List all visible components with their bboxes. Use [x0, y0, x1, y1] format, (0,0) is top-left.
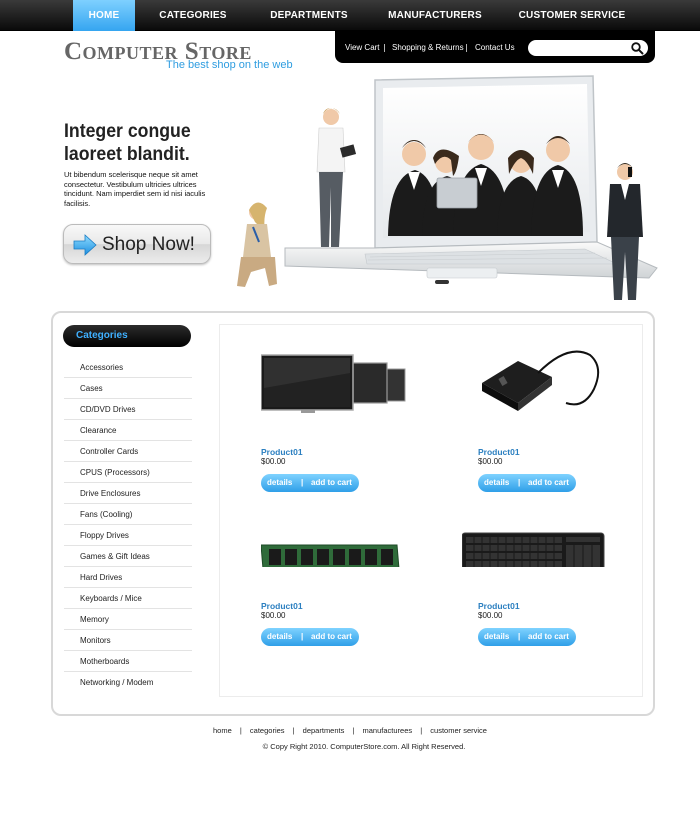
product-name[interactable]: Product01 [478, 447, 520, 457]
nav-categories[interactable]: CATEGORIES [152, 0, 234, 31]
nav-manufacturers[interactable]: MANUFACTURERS [384, 0, 486, 31]
category-item[interactable]: CPUS (Processors) [64, 462, 192, 483]
category-item[interactable]: Drive Enclosures [64, 483, 192, 504]
search-icon[interactable] [630, 41, 644, 55]
nav-home[interactable]: HOME [73, 0, 135, 31]
hero-heading: Integer congue laoreet blandit. [64, 121, 191, 165]
category-item[interactable]: Clearance [64, 420, 192, 441]
footer-link-manufacturers[interactable]: manufacturees [363, 726, 413, 735]
details-button[interactable]: details [267, 628, 292, 646]
footer-nav: home | categories | departments | manufa… [0, 726, 700, 735]
product-price: $00.00 [478, 457, 503, 466]
monitors-icon[interactable] [261, 333, 421, 413]
product-name[interactable]: Product01 [478, 601, 520, 611]
product-price: $00.00 [261, 457, 286, 466]
shop-now-button[interactable]: Shop Now! [63, 224, 211, 264]
footer-link-home[interactable]: home [213, 726, 232, 735]
util-separator: | [383, 43, 386, 52]
view-cart-link[interactable]: View Cart [345, 31, 380, 63]
shop-now-label: Shop Now! [102, 234, 195, 255]
footer-separator: | [292, 726, 295, 735]
nav-departments[interactable]: DEPARTMENTS [262, 0, 356, 31]
category-list: Accessories Cases CD/DVD Drives Clearanc… [64, 357, 192, 693]
add-to-cart-button[interactable]: add to cart [528, 628, 569, 646]
category-item[interactable]: Cases [64, 378, 192, 399]
category-item[interactable]: Games & Gift Ideas [64, 546, 192, 567]
arrow-right-icon [73, 234, 97, 256]
footer-separator: | [239, 726, 242, 735]
contact-us-link[interactable]: Contact Us [475, 31, 515, 63]
hero-laptop-people-image [237, 75, 658, 300]
site-tagline: The best shop on the web [166, 59, 293, 71]
external-drive-icon[interactable] [478, 333, 638, 413]
product-card: Product01 $00.00 details | add to cart [462, 487, 622, 646]
util-separator: | [465, 43, 468, 52]
footer-separator: | [352, 726, 355, 735]
category-item[interactable]: Monitors [64, 630, 192, 651]
actions-separator: | [301, 632, 304, 641]
product-actions: details | add to cart [261, 628, 359, 646]
actions-separator: | [518, 632, 521, 641]
details-button[interactable]: details [484, 628, 509, 646]
category-item[interactable]: CD/DVD Drives [64, 399, 192, 420]
product-price: $00.00 [478, 611, 503, 620]
footer-link-departments[interactable]: departments [303, 726, 345, 735]
product-card: Product01 $00.00 details | add to cart [478, 333, 638, 492]
category-item[interactable]: Accessories [64, 357, 192, 378]
categories-heading: Categories [63, 325, 191, 347]
copyright-text: © Copy Right 2010. ComputerStore.com. Al… [262, 742, 466, 751]
category-item[interactable]: Keyboards / Mice [64, 588, 192, 609]
footer-link-customer-service[interactable]: customer service [430, 726, 487, 735]
product-name[interactable]: Product01 [261, 447, 303, 457]
add-to-cart-button[interactable]: add to cart [311, 628, 352, 646]
product-card: Product01 $00.00 details | add to cart [261, 333, 421, 492]
memory-module-icon[interactable] [261, 487, 421, 567]
product-actions: details | add to cart [478, 628, 576, 646]
nav-customer-service[interactable]: CUSTOMER SERVICE [518, 0, 626, 31]
keyboard-icon[interactable] [462, 487, 622, 567]
product-name[interactable]: Product01 [261, 601, 303, 611]
utility-bar: View Cart | Shopping & Returns | Contact… [335, 31, 655, 63]
product-price: $00.00 [261, 611, 286, 620]
footer-link-categories[interactable]: categories [250, 726, 285, 735]
category-item[interactable]: Floppy Drives [64, 525, 192, 546]
product-card: Product01 $00.00 details | add to cart [261, 487, 421, 646]
category-item[interactable]: Motherboards [64, 651, 192, 672]
category-item[interactable]: Fans (Cooling) [64, 504, 192, 525]
category-item[interactable]: Controller Cards [64, 441, 192, 462]
footer-separator: | [420, 726, 423, 735]
hero-body-text: Ut bibendum scelerisque neque sit amet c… [64, 170, 206, 208]
shopping-returns-link[interactable]: Shopping & Returns [392, 31, 464, 63]
category-item[interactable]: Networking / Modem [64, 672, 192, 693]
category-item[interactable]: Hard Drives [64, 567, 192, 588]
category-item[interactable]: Memory [64, 609, 192, 630]
top-navigation: HOME CATEGORIES DEPARTMENTS MANUFACTURER… [0, 0, 700, 31]
